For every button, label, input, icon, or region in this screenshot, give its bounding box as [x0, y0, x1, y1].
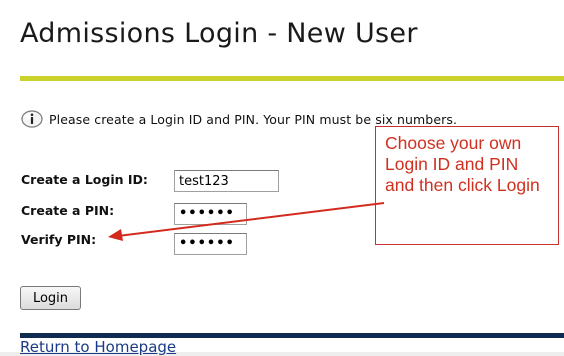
verify-pin-input[interactable]: ••••••: [174, 233, 247, 255]
return-home-link[interactable]: Return to Homepage: [20, 338, 176, 356]
page-title: Admissions Login - New User: [20, 18, 418, 49]
annotation-callout: Choose your own Login ID and PIN and the…: [375, 126, 559, 245]
pin-input[interactable]: ••••••: [174, 203, 247, 225]
verify-pin-label: Verify PIN:: [21, 232, 97, 247]
info-text: Please create a Login ID and PIN. Your P…: [49, 111, 458, 127]
pin-label: Create a PIN:: [21, 203, 115, 218]
login-button[interactable]: Login: [20, 286, 81, 310]
title-divider: [20, 76, 564, 81]
login-id-input[interactable]: test123: [174, 170, 279, 192]
login-id-label: Create a Login ID:: [21, 172, 148, 187]
info-icon: [21, 110, 43, 128]
page: Admissions Login - New User Please creat…: [0, 0, 564, 356]
